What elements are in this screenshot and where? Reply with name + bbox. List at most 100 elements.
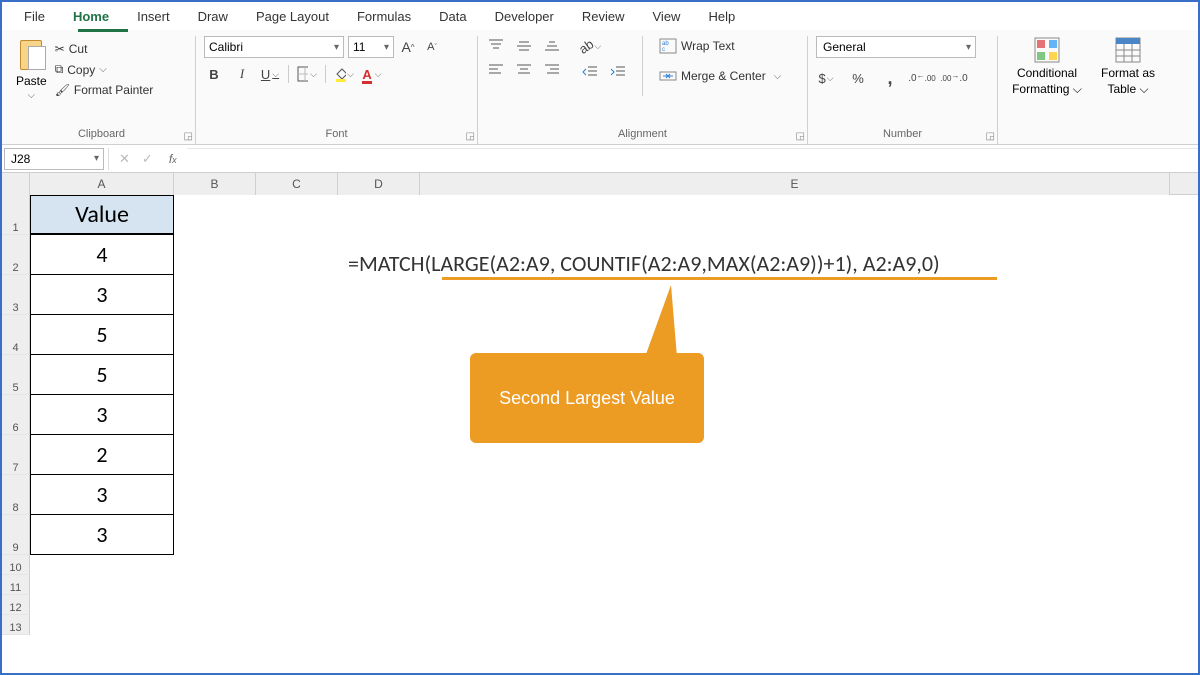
formula-bar: J28 ✕ ✓ fx <box>2 145 1198 173</box>
table-header-cell[interactable]: Value <box>30 195 174 235</box>
table-row[interactable]: 2 <box>30 435 174 475</box>
percent-format-button[interactable]: % <box>848 68 868 88</box>
row-header-1[interactable]: 1 <box>2 195 30 235</box>
svg-text:c: c <box>662 47 665 53</box>
underline-button[interactable]: U⌵ <box>260 64 280 84</box>
row-header-4[interactable]: 4 <box>2 315 30 355</box>
group-font: Calibri 11 A^ Aˇ B I U⌵ ⌵ <box>196 36 478 144</box>
clipboard-dialog-launcher[interactable]: ◲ <box>184 131 193 142</box>
menu-data[interactable]: Data <box>425 5 480 28</box>
increase-font-button[interactable]: A^ <box>398 37 418 57</box>
row-header-13[interactable]: 13 <box>2 615 30 635</box>
menu-help[interactable]: Help <box>694 5 749 28</box>
decrease-font-button[interactable]: Aˇ <box>422 37 442 57</box>
callout-text: Second Largest Value <box>499 388 675 409</box>
table-row[interactable]: 4 <box>30 235 174 275</box>
increase-decimal-button[interactable]: .0←.00 <box>912 68 932 88</box>
merge-label: Merge & Center <box>681 69 766 83</box>
align-top-icon <box>488 39 504 53</box>
wrap-text-button[interactable]: abc Wrap Text <box>657 36 783 56</box>
merge-center-button[interactable]: Merge & Center ⌵ <box>657 66 783 86</box>
col-header-C[interactable]: C <box>256 173 338 195</box>
row-header-12[interactable]: 12 <box>2 595 30 615</box>
font-name-select[interactable]: Calibri <box>204 36 344 58</box>
select-all-button[interactable] <box>2 173 30 195</box>
col-header-E[interactable]: E <box>420 173 1170 195</box>
menu-review[interactable]: Review <box>568 5 639 28</box>
orientation-button[interactable]: ab⌵ <box>580 36 600 56</box>
table-row[interactable]: 3 <box>30 275 174 315</box>
formula-input[interactable] <box>187 148 1198 170</box>
bold-button[interactable]: B <box>204 64 224 84</box>
number-dialog-launcher[interactable]: ◲ <box>986 131 995 142</box>
row-header-2[interactable]: 2 <box>2 235 30 275</box>
table-row[interactable]: 5 <box>30 355 174 395</box>
row-header-8[interactable]: 8 <box>2 475 30 515</box>
cut-label: Cut <box>69 42 88 56</box>
insert-function-button[interactable]: fx <box>169 152 177 166</box>
align-bottom-icon <box>544 39 560 53</box>
cut-button[interactable]: ✂ Cut <box>53 40 156 58</box>
wrap-text-icon: abc <box>659 38 677 54</box>
font-dialog-launcher[interactable]: ◲ <box>466 131 475 142</box>
paste-dropdown-icon[interactable]: ⌵ <box>28 90 36 101</box>
copy-button[interactable]: ⧉ Copy ⌵ <box>53 60 156 79</box>
ribbon: Paste ⌵ ✂ Cut ⧉ Copy ⌵ 🖌 Format Painter <box>2 30 1198 145</box>
format-as-table-button[interactable]: Format as Table ⌵ <box>1092 36 1164 97</box>
table-row[interactable]: 3 <box>30 475 174 515</box>
align-top-button[interactable] <box>486 36 506 56</box>
menu-formulas[interactable]: Formulas <box>343 5 425 28</box>
decrease-decimal-button[interactable]: .00→.0 <box>944 68 964 88</box>
row-header-9[interactable]: 9 <box>2 515 30 555</box>
paste-label: Paste <box>16 74 47 88</box>
italic-button[interactable]: I <box>232 64 252 84</box>
tbl-l2: Table ⌵ <box>1107 82 1148 97</box>
align-left-button[interactable] <box>486 60 506 80</box>
name-box[interactable]: J28 <box>4 148 104 170</box>
row-header-3[interactable]: 3 <box>2 275 30 315</box>
menu-home[interactable]: Home <box>59 5 123 28</box>
table-row[interactable]: 5 <box>30 315 174 355</box>
increase-indent-button[interactable] <box>608 62 628 82</box>
menu-file[interactable]: File <box>10 5 59 28</box>
enter-formula-button[interactable]: ✓ <box>142 151 153 167</box>
borders-icon <box>297 66 308 82</box>
table-row[interactable]: 3 <box>30 395 174 435</box>
align-bottom-button[interactable] <box>542 36 562 56</box>
row-header-10[interactable]: 10 <box>2 555 30 575</box>
menu-insert[interactable]: Insert <box>123 5 184 28</box>
paste-button[interactable]: Paste ⌵ <box>16 36 47 101</box>
row-header-11[interactable]: 11 <box>2 575 30 595</box>
align-right-button[interactable] <box>542 60 562 80</box>
alignment-dialog-launcher[interactable]: ◲ <box>796 131 805 142</box>
fill-color-button[interactable]: ⌵ <box>334 64 354 84</box>
col-header-D[interactable]: D <box>338 173 420 195</box>
borders-button[interactable]: ⌵ <box>297 64 317 84</box>
cancel-formula-button[interactable]: ✕ <box>119 151 130 167</box>
paste-icon <box>16 36 46 72</box>
row-header-7[interactable]: 7 <box>2 435 30 475</box>
chevron-down-icon: ⌵ <box>774 71 782 82</box>
accounting-format-button[interactable]: $⌵ <box>816 68 836 88</box>
row-header-5[interactable]: 5 <box>2 355 30 395</box>
align-center-button[interactable] <box>514 60 534 80</box>
indent-icon <box>610 65 626 79</box>
comma-format-button[interactable]: , <box>880 68 900 88</box>
number-format-select[interactable]: General <box>816 36 976 58</box>
col-header-A[interactable]: A <box>30 173 174 195</box>
align-middle-button[interactable] <box>514 36 534 56</box>
menu-view[interactable]: View <box>639 5 695 28</box>
table-row[interactable]: 3 <box>30 515 174 555</box>
menu-developer[interactable]: Developer <box>481 5 568 28</box>
font-size-select[interactable]: 11 <box>348 36 394 58</box>
decrease-indent-button[interactable] <box>580 62 600 82</box>
format-painter-button[interactable]: 🖌 Format Painter <box>53 81 156 99</box>
font-color-button[interactable]: A ⌵ <box>362 64 382 84</box>
row-header-6[interactable]: 6 <box>2 395 30 435</box>
conditional-formatting-button[interactable]: Conditional Formatting ⌵ <box>1006 36 1088 97</box>
menu-bar: File Home Insert Draw Page Layout Formul… <box>2 2 1198 30</box>
align-left-icon <box>488 63 504 77</box>
menu-page-layout[interactable]: Page Layout <box>242 5 343 28</box>
menu-draw[interactable]: Draw <box>184 5 242 28</box>
col-header-B[interactable]: B <box>174 173 256 195</box>
